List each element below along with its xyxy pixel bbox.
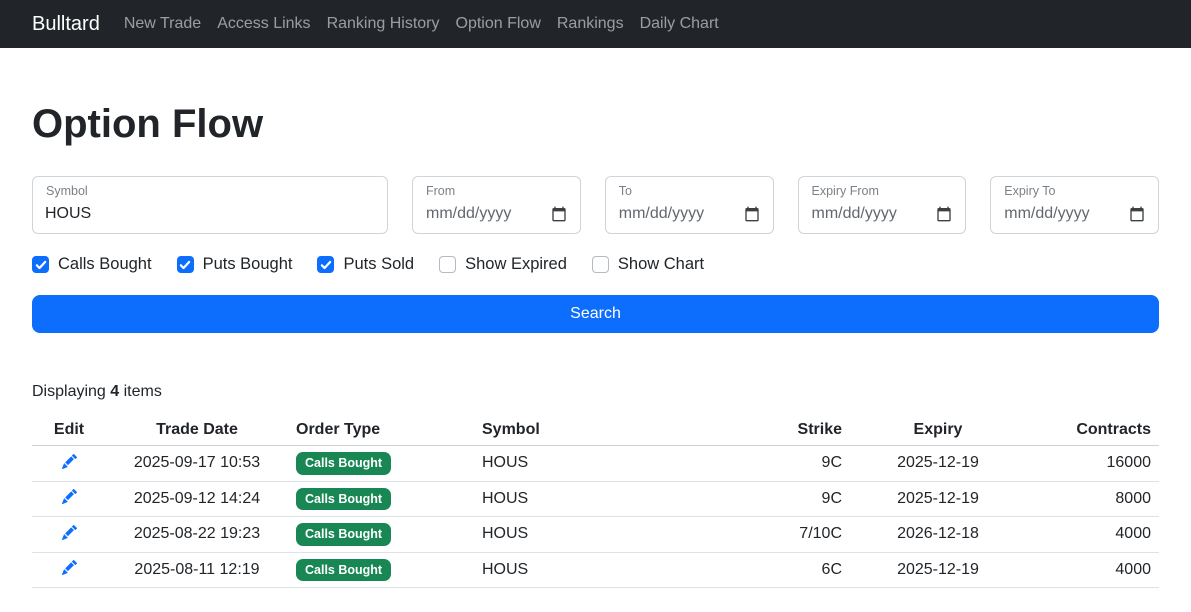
edit-button[interactable]: [60, 488, 79, 505]
expiry-from-date-placeholder: mm/dd/yyyy: [811, 205, 897, 222]
checkbox-puts-bought[interactable]: Puts Bought: [176, 255, 293, 274]
navbar-brand[interactable]: Bulltard: [32, 13, 100, 36]
checkbox-label: Puts Sold: [343, 255, 415, 273]
results-prefix: Displaying: [32, 383, 106, 400]
trade-date-cell: 2025-09-17 10:53: [106, 445, 288, 482]
checkbox-label: Puts Bought: [202, 255, 293, 273]
symbol-cell: HOUS: [474, 445, 704, 482]
header-expiry: Expiry: [850, 415, 1026, 446]
search-button[interactable]: Search: [32, 295, 1159, 333]
symbol-cell: HOUS: [474, 516, 704, 553]
order-type-badge: Calls Bought: [296, 523, 392, 546]
checkbox-calls-bought[interactable]: Calls Bought: [32, 255, 152, 274]
expiry-from-field-label: Expiry From: [811, 184, 879, 198]
checkbox-label: Show Chart: [617, 255, 705, 273]
results-count-line: Displaying 4 items: [32, 383, 1159, 401]
filters-row: Symbol From mm/dd/yyyy To mm/dd/yyyy Exp…: [32, 176, 1159, 234]
edit-button[interactable]: [60, 453, 79, 470]
order-type-badge: Calls Bought: [296, 452, 392, 475]
header-edit: Edit: [32, 415, 106, 446]
expiry-from-date-field[interactable]: Expiry From mm/dd/yyyy: [797, 176, 967, 234]
expiry-cell: 2025-12-19: [850, 445, 1026, 482]
results-count-value: 4: [110, 383, 120, 400]
checkbox-label: Show Expired: [465, 255, 567, 273]
checkbox-show-chart[interactable]: Show Chart: [591, 255, 705, 274]
expiry-cell: 2026-12-18: [850, 516, 1026, 553]
navbar-links: New Trade Access Links Ranking History O…: [116, 15, 727, 33]
header-symbol: Symbol: [474, 415, 704, 446]
header-trade-date: Trade Date: [106, 415, 288, 446]
checkbox-box: [591, 256, 609, 273]
trade-date-cell: 2025-08-22 19:23: [106, 516, 288, 553]
pencil-icon: [61, 489, 77, 507]
to-field-label: To: [618, 184, 632, 198]
results-suffix: items: [123, 383, 162, 400]
order-type-badge: Calls Bought: [296, 558, 392, 581]
contracts-cell: 8000: [1026, 481, 1159, 517]
strike-cell: 9C: [704, 481, 850, 517]
edit-button[interactable]: [60, 524, 79, 541]
contracts-cell: 4000: [1026, 552, 1159, 588]
table-row: 2025-09-12 14:24 Calls Bought HOUS 9C 20…: [32, 481, 1159, 517]
pencil-icon: [61, 453, 77, 472]
calendar-icon[interactable]: [936, 206, 952, 222]
contracts-cell: 4000: [1026, 516, 1159, 553]
nav-item-rankings[interactable]: Rankings: [549, 15, 632, 33]
to-date-placeholder: mm/dd/yyyy: [618, 205, 705, 222]
pencil-icon: [61, 524, 77, 543]
expiry-to-date-field[interactable]: Expiry To mm/dd/yyyy: [990, 176, 1159, 234]
expiry-to-date-placeholder: mm/dd/yyyy: [1004, 205, 1090, 222]
strike-cell: 6C: [704, 552, 850, 588]
checkbox-label: Calls Bought: [58, 255, 152, 273]
from-date-placeholder: mm/dd/yyyy: [426, 205, 512, 222]
to-date-field[interactable]: To mm/dd/yyyy: [604, 176, 774, 234]
calendar-icon[interactable]: [1129, 206, 1145, 222]
filter-checkboxes: Calls Bought Puts Bought Puts Sold Show …: [32, 255, 1159, 274]
nav-item-access-links[interactable]: Access Links: [209, 15, 318, 33]
header-contracts: Contracts: [1026, 415, 1159, 446]
trade-date-cell: 2025-08-11 12:19: [106, 552, 288, 588]
expiry-cell: 2025-12-19: [850, 481, 1026, 517]
checkbox-show-expired[interactable]: Show Expired: [439, 255, 567, 274]
order-type-badge: Calls Bought: [296, 487, 392, 510]
expiry-to-field-label: Expiry To: [1004, 184, 1056, 198]
page-title: Option Flow: [32, 102, 264, 146]
checkbox-puts-sold[interactable]: Puts Sold: [317, 255, 414, 274]
edit-button[interactable]: [60, 559, 79, 576]
checkbox-box: [32, 256, 49, 273]
trades-table: Edit Trade Date Order Type Symbol Strike…: [32, 415, 1159, 588]
expiry-cell: 2025-12-19: [850, 552, 1026, 588]
checkbox-box: [317, 256, 335, 273]
table-row: 2025-08-22 19:23 Calls Bought HOUS 7/10C…: [32, 516, 1159, 553]
from-field-label: From: [426, 184, 456, 198]
strike-cell: 7/10C: [704, 516, 850, 553]
nav-item-option-flow[interactable]: Option Flow: [448, 15, 549, 33]
nav-item-ranking-history[interactable]: Ranking History: [319, 15, 448, 33]
calendar-icon[interactable]: [551, 206, 567, 222]
symbol-field[interactable]: Symbol: [32, 176, 388, 234]
main-content: Option Flow Symbol From mm/dd/yyyy To mm…: [0, 100, 1191, 612]
header-order-type: Order Type: [288, 415, 474, 446]
trade-date-cell: 2025-09-12 14:24: [106, 481, 288, 517]
navbar: Bulltard New Trade Access Links Ranking …: [0, 0, 1191, 48]
contracts-cell: 16000: [1026, 445, 1159, 482]
from-date-field[interactable]: From mm/dd/yyyy: [412, 176, 581, 234]
checkbox-box: [176, 256, 194, 273]
symbol-cell: HOUS: [474, 481, 704, 517]
nav-item-daily-chart[interactable]: Daily Chart: [632, 15, 727, 33]
table-header-row: Edit Trade Date Order Type Symbol Strike…: [32, 415, 1159, 446]
checkbox-box: [439, 256, 457, 273]
strike-cell: 9C: [704, 445, 850, 482]
pencil-icon: [61, 560, 77, 578]
table-row: 2025-08-11 12:19 Calls Bought HOUS 6C 20…: [32, 552, 1159, 588]
calendar-icon[interactable]: [744, 206, 760, 222]
nav-item-new-trade[interactable]: New Trade: [116, 15, 209, 33]
header-strike: Strike: [704, 415, 850, 446]
symbol-cell: HOUS: [474, 552, 704, 588]
symbol-input[interactable]: [33, 177, 387, 233]
table-row: 2025-09-17 10:53 Calls Bought HOUS 9C 20…: [32, 445, 1159, 482]
